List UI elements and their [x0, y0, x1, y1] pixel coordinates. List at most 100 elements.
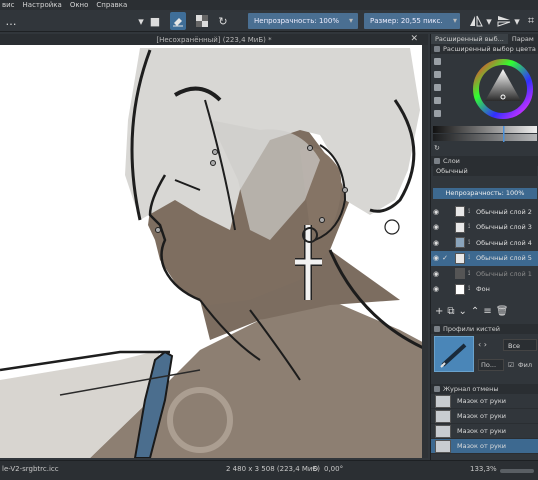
dock-tab-bar: Расширенный выб... Парам [431, 34, 538, 44]
layer-row[interactable]: ◉ ⟟ Обычный слой 1 [431, 266, 538, 282]
color-option-icon[interactable] [434, 58, 441, 65]
toolbar-handle-icon: … [5, 14, 17, 28]
size-slider[interactable]: Размер: 20,55 пикс. [364, 13, 460, 29]
eye-icon[interactable]: ◉ [431, 239, 441, 247]
color-wheel[interactable] [473, 59, 533, 119]
refresh-icon[interactable]: ↻ [434, 144, 440, 152]
layer-name: Обычный слой 4 [476, 238, 532, 247]
brush-filter-label: Фил [518, 361, 532, 369]
layer-type-icon: ⟟ [468, 269, 471, 277]
color-panel-header: Расширенный выбор цвета [431, 44, 538, 54]
color-option-icon[interactable] [434, 71, 441, 78]
move-down-icon[interactable]: ⌄ [459, 306, 467, 317]
history-thumbnail [435, 439, 451, 453]
menu-item-view[interactable]: вис [2, 0, 15, 10]
eraser-icon[interactable] [170, 12, 186, 30]
reload-icon[interactable]: ↻ [215, 12, 231, 30]
color-side-icons [434, 58, 442, 123]
eye-icon[interactable]: ◉ [431, 285, 441, 293]
tab-params[interactable]: Парам [507, 34, 538, 44]
layer-name: Обычный слой 5 [476, 254, 532, 263]
layer-type-icon: ⟟ [468, 254, 471, 262]
brush-search-row: По... ☑ Фил [478, 358, 538, 372]
layer-thumbnail [455, 252, 465, 264]
dropdown-arrow-icon[interactable]: ▾ [136, 12, 146, 30]
history-panel-header: Журнал отмены [431, 384, 538, 394]
blend-mode-select[interactable]: Обычный [433, 166, 537, 176]
zoom-slider[interactable] [500, 469, 534, 473]
layer-list: ◉ ⟟ Обычный слой 2 ◉ ⟟ Обычный слой 3 ◉ … [431, 204, 538, 297]
layer-row-selected[interactable]: ◉ ✓ ⟟ Обычный слой 5 [431, 250, 538, 266]
brush-panel-header: Профили кистей [431, 324, 538, 334]
color-panel-title: Расширенный выбор цвета [443, 45, 536, 53]
panel-menu-icon[interactable] [434, 326, 440, 332]
eye-icon[interactable]: ◉ [431, 223, 441, 231]
panel-menu-icon[interactable] [434, 158, 440, 164]
color-option-icon[interactable] [434, 84, 441, 91]
brush-search-input[interactable]: По... [478, 359, 504, 371]
mirror-v-menu-arrow-icon[interactable]: ▾ [512, 12, 522, 30]
menu-item-window[interactable]: Окно [70, 0, 89, 10]
menubar: вис Настройка Окно Справка [0, 0, 538, 10]
color-option-icon[interactable] [434, 110, 441, 117]
add-layer-icon[interactable]: + [435, 306, 443, 317]
history-label: Мазок от руки [457, 412, 506, 420]
color-profile: le-V2-srgbtrc.icc [2, 465, 59, 473]
eye-icon[interactable]: ◉ [431, 208, 441, 216]
layer-thumbnail [455, 237, 465, 249]
layer-type-icon: ⟟ [468, 223, 471, 231]
layer-row[interactable]: ◉ ⟟ Обычный слой 2 [431, 204, 538, 220]
history-item-selected[interactable]: Мазок от руки [431, 439, 538, 454]
history-item[interactable]: Мазок от руки [431, 424, 538, 439]
canvas-vertical-scrollbar[interactable] [422, 45, 428, 458]
mirror-vertical-icon[interactable] [496, 12, 512, 30]
mirror-horizontal-icon[interactable] [468, 12, 484, 30]
color-history-bars[interactable] [433, 126, 537, 142]
mirror-menu-arrow-icon[interactable]: ▾ [484, 12, 494, 30]
color-option-icon[interactable] [434, 97, 441, 104]
history-panel-title: Журнал отмены [443, 385, 499, 393]
drawing-canvas[interactable] [0, 45, 428, 458]
size-menu-arrow-icon[interactable]: ▾ [453, 16, 459, 26]
layer-row[interactable]: ◉ ⟟ Обычный слой 4 [431, 235, 538, 251]
brush-preset-thumbnail[interactable] [434, 336, 474, 372]
eye-icon[interactable]: ◉ [431, 270, 441, 278]
history-item[interactable]: Мазок от руки [431, 409, 538, 424]
panel-menu-icon[interactable] [434, 46, 440, 52]
brush-panel-title: Профили кистей [443, 325, 500, 333]
checkbox-icon[interactable]: ☑ [508, 361, 514, 369]
crop-icon[interactable]: ⌗ [524, 12, 538, 30]
history-label: Мазок от руки [457, 442, 506, 450]
checker-icon[interactable] [194, 12, 210, 30]
presets-icon[interactable]: ■ [150, 12, 160, 30]
layer-row[interactable]: ◉ ⟟ Обычный слой 3 [431, 220, 538, 236]
menu-item-settings[interactable]: Настройка [23, 0, 62, 10]
layer-row[interactable]: ◉ ⟟ Фон [431, 282, 538, 298]
history-thumbnail [435, 409, 451, 423]
history-item[interactable]: Мазок от руки [431, 394, 538, 409]
duplicate-layer-icon[interactable]: ⧉ [447, 306, 454, 317]
panel-menu-icon[interactable] [434, 386, 440, 392]
opacity-slider[interactable]: Непрозрачность: 100% [248, 13, 358, 29]
layers-panel-header: Слои [431, 156, 538, 166]
opacity-menu-arrow-icon[interactable]: ▾ [349, 16, 355, 26]
delete-layer-icon[interactable]: 🗑 [496, 306, 509, 317]
document-tab[interactable]: [Несохранённый] (223,4 МиБ) * ✕ [0, 34, 428, 45]
menu-item-help[interactable]: Справка [96, 0, 127, 10]
layer-type-icon: ⟟ [468, 285, 471, 293]
close-document-icon[interactable]: ✕ [410, 34, 418, 45]
eye-icon[interactable]: ◉ [431, 254, 441, 262]
layer-properties-icon[interactable]: ≡ [483, 306, 491, 317]
rotation-icon[interactable]: ⟲ [312, 465, 318, 473]
tab-advanced-color[interactable]: Расширенный выб... [431, 34, 508, 44]
move-up-icon[interactable]: ⌃ [471, 306, 479, 317]
document-title: [Несохранённый] (223,4 МиБ) * [156, 35, 272, 44]
image-dimensions: 2 480 x 3 508 (223,4 МиБ) [226, 465, 321, 473]
brush-tag-select[interactable]: Все [503, 339, 537, 351]
layer-name: Обычный слой 1 [476, 269, 532, 278]
zoom-value[interactable]: 133,3% [470, 465, 497, 473]
layer-check[interactable]: ✓ [441, 254, 449, 262]
brush-nav-arrows[interactable]: ‹ › [478, 340, 487, 349]
history-thumbnail [435, 394, 451, 408]
layer-opacity-slider[interactable]: Непрозрачность: 100% [433, 188, 537, 199]
